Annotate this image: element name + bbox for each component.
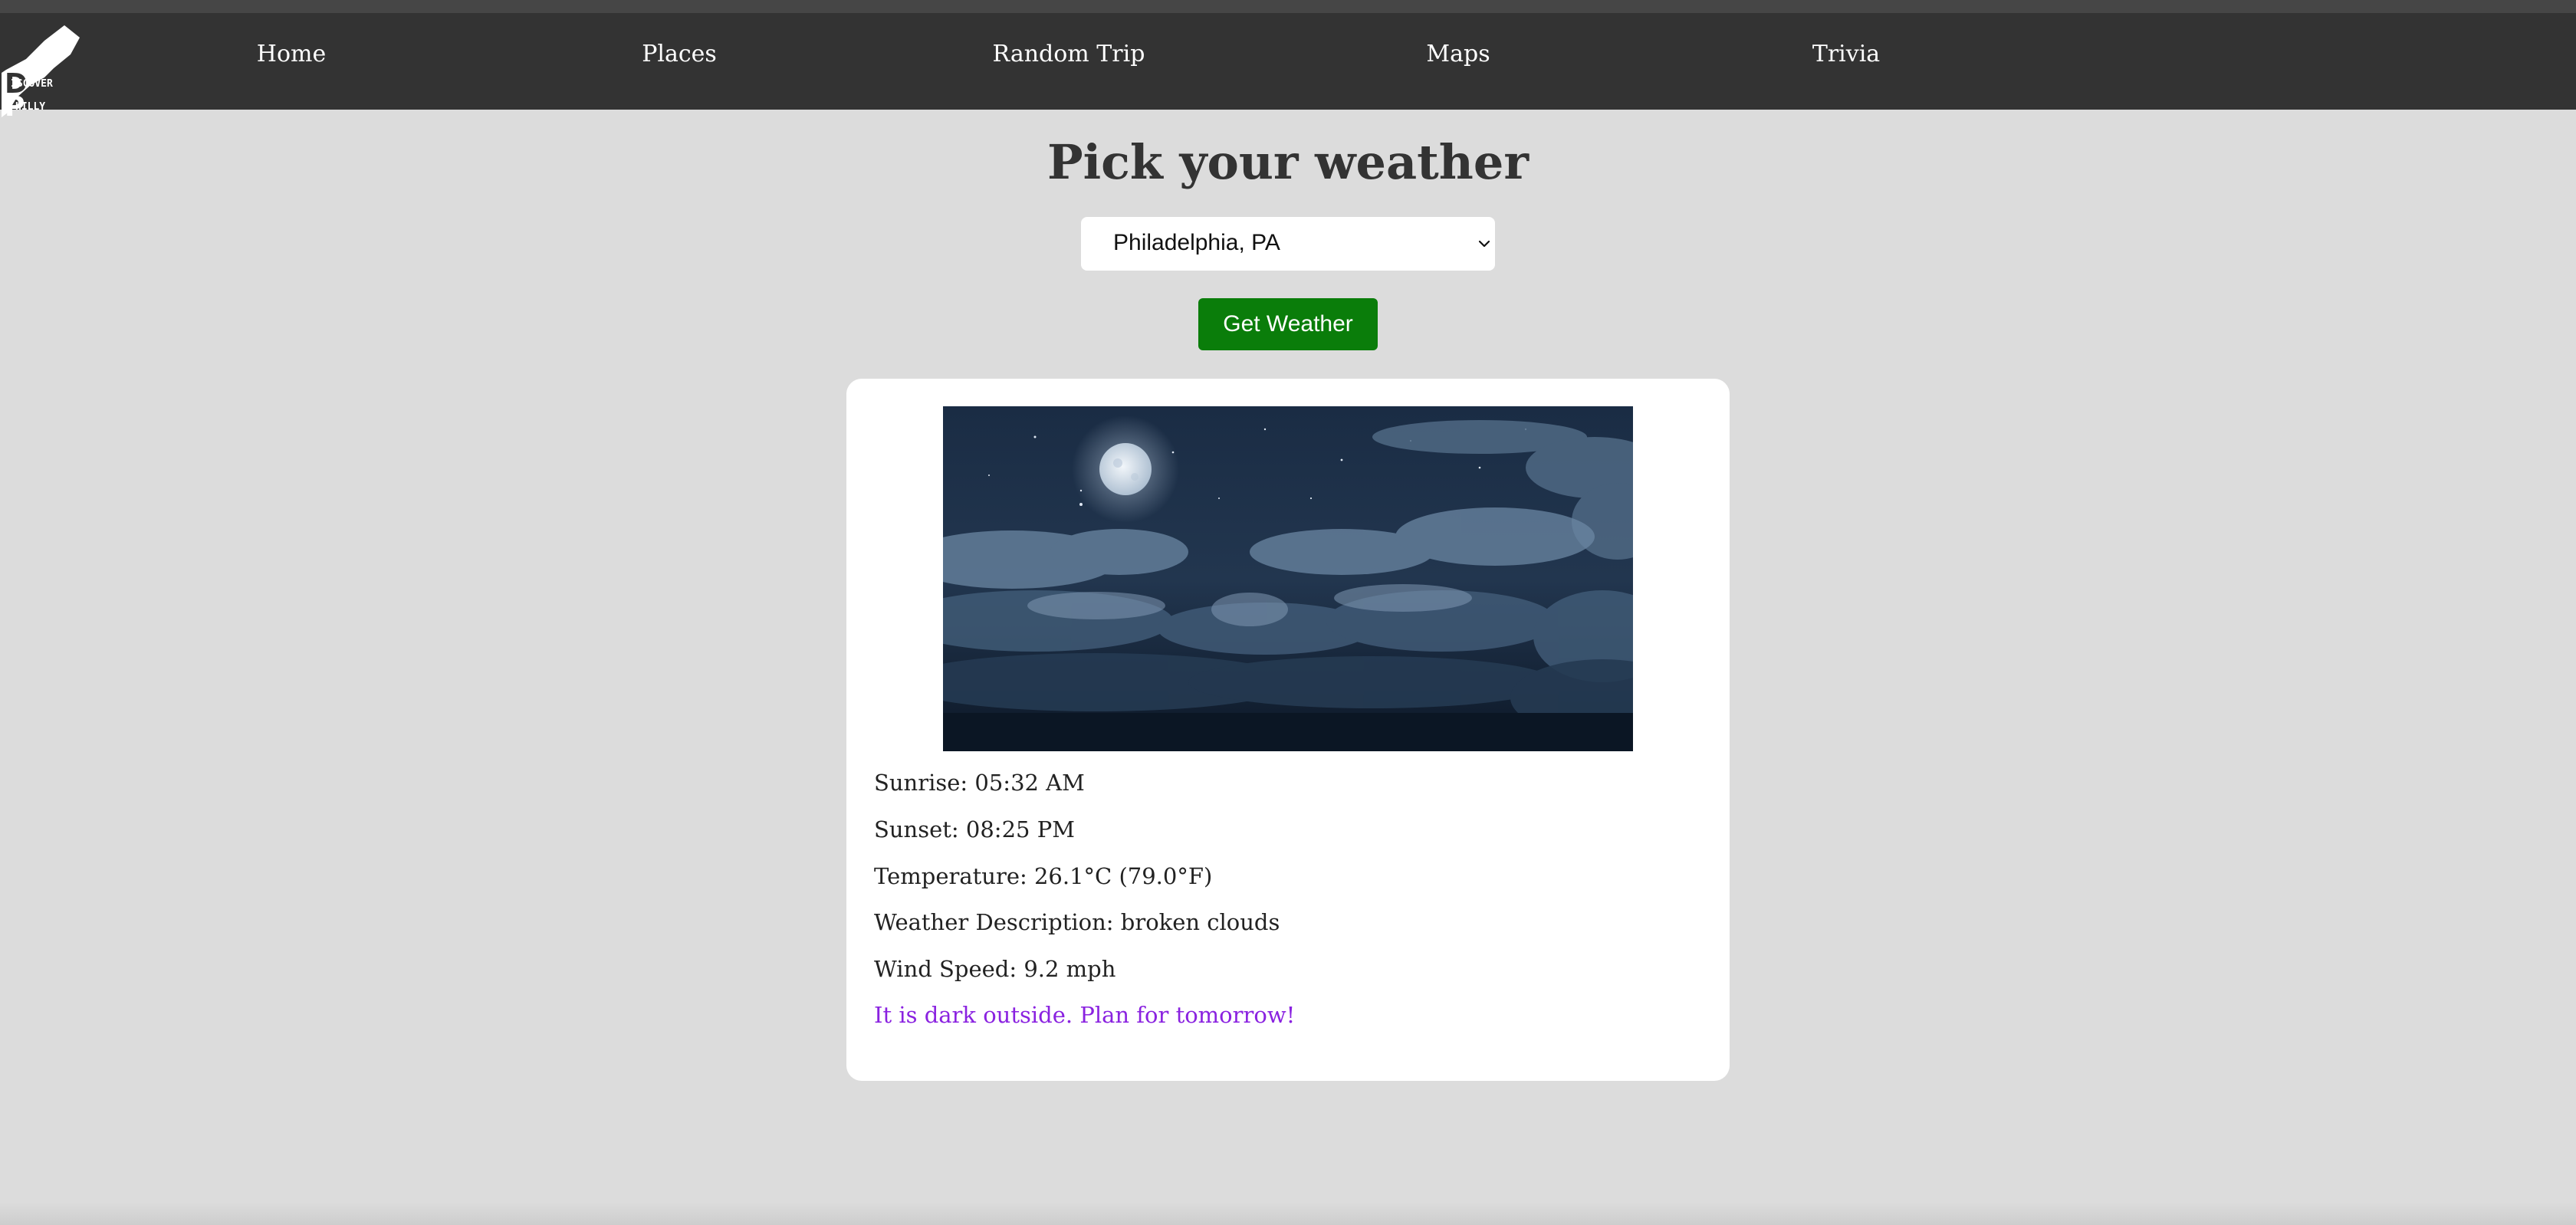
discover-philly-logo[interactable]: D ISCOVER P HILLY bbox=[0, 24, 101, 120]
nav-item-trivia[interactable]: Trivia bbox=[1812, 41, 1880, 67]
bottom-shadow bbox=[0, 1202, 2576, 1225]
logo-icon: D ISCOVER P HILLY bbox=[2, 25, 80, 120]
get-weather-button[interactable]: Get Weather bbox=[1198, 298, 1378, 350]
location-select[interactable]: Philadelphia, PA bbox=[1081, 217, 1495, 271]
location-select-value: Philadelphia, PA bbox=[1113, 230, 1280, 255]
page-title: Pick your weather bbox=[1047, 134, 1529, 190]
navbar: D ISCOVER P HILLY Home Places Random Tri… bbox=[0, 13, 2576, 120]
nav-item-maps[interactable]: Maps bbox=[1426, 41, 1490, 67]
weather-card: Sunrise: 05:32 AM Sunset: 08:25 PM Tempe… bbox=[846, 379, 1730, 1081]
nav-item-random-trip[interactable]: Random Trip bbox=[993, 41, 1145, 67]
chevron-down-icon bbox=[1478, 240, 1490, 248]
logo-text-philly: HILLY bbox=[15, 101, 45, 113]
sunrise-text: Sunrise: 05:32 AM bbox=[874, 770, 1085, 796]
nav-item-home[interactable]: Home bbox=[257, 41, 326, 67]
sunset-text: Sunset: 08:25 PM bbox=[874, 816, 1075, 842]
wind-speed-text: Wind Speed: 9.2 mph bbox=[874, 956, 1116, 982]
night-sky-image bbox=[943, 406, 1633, 751]
browser-top-strip bbox=[0, 0, 2576, 13]
nav-item-places[interactable]: Places bbox=[642, 41, 717, 67]
weather-description-text: Weather Description: broken clouds bbox=[874, 909, 1280, 935]
logo-text-discover: ISCOVER bbox=[11, 78, 53, 90]
weather-image bbox=[943, 406, 1633, 751]
dark-outside-message: It is dark outside. Plan for tomorrow! bbox=[874, 1002, 1296, 1028]
temperature-text: Temperature: 26.1°C (79.0°F) bbox=[874, 863, 1213, 889]
